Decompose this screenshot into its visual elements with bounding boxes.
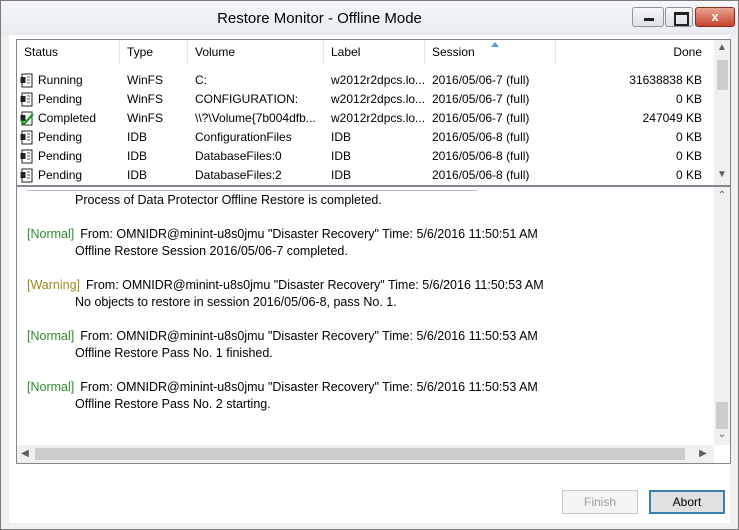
cell-status: Pending	[38, 149, 83, 163]
cell-session: 2016/05/06-7 (full)	[432, 73, 530, 87]
scroll-down-icon[interactable]: ▼	[714, 169, 730, 180]
column-header-status[interactable]: Status	[17, 40, 120, 64]
log-header-text: From: OMNIDR@minint-u8s0jmu "Disaster Re…	[80, 380, 538, 394]
partial-line-divider	[27, 190, 477, 191]
title-bar[interactable]: Restore Monitor - Offline Mode x	[1, 1, 738, 35]
log-header-text: From: OMNIDR@minint-u8s0jmu "Disaster Re…	[80, 227, 538, 241]
cell-volume: ConfigurationFiles	[195, 130, 292, 144]
cell-label: IDB	[331, 168, 352, 182]
cell-status: Pending	[38, 130, 83, 144]
log-message: Offline Restore Session 2016/05/06-7 com…	[75, 244, 348, 258]
cell-session: 2016/05/06-8 (full)	[432, 149, 530, 163]
log-header-text: From: OMNIDR@minint-u8s0jmu "Disaster Re…	[86, 278, 544, 292]
close-button[interactable]: x	[695, 7, 735, 27]
sort-ascending-icon	[491, 42, 499, 47]
cell-type: WinFS	[127, 73, 163, 87]
table-row[interactable]: Completed WinFS \\?\Volume{7b004dfb... w201…	[17, 109, 714, 128]
table-row[interactable]: Running WinFS C: w2012r2dpcs.lo... 2016/05/0…	[17, 71, 714, 90]
cell-done: 31638838 KB	[629, 73, 702, 87]
client-area: Status Type Volume Label Session Done Ru…	[9, 35, 731, 523]
pending-status-icon	[20, 92, 34, 107]
cell-done: 0 KB	[675, 92, 702, 106]
log-level-tag: [Normal]	[27, 329, 75, 343]
log-scroll-thumb[interactable]	[716, 402, 728, 429]
cell-volume: DatabaseFiles:0	[195, 149, 282, 163]
cell-done: 0 KB	[675, 168, 702, 182]
log-message: No objects to restore in session 2016/05…	[75, 295, 397, 309]
cell-type: WinFS	[127, 111, 163, 125]
scroll-right-icon[interactable]: ▶	[697, 448, 709, 459]
cell-status: Running	[38, 73, 83, 87]
completed-status-icon	[20, 111, 34, 126]
column-header-done[interactable]: Done	[556, 40, 708, 64]
cell-type: IDB	[127, 149, 148, 163]
cell-session: 2016/05/06-7 (full)	[432, 111, 530, 125]
list-scroll-thumb[interactable]	[717, 60, 728, 90]
list-vertical-scrollbar[interactable]: ▲ ▼	[714, 40, 730, 185]
maximize-button[interactable]	[665, 7, 693, 27]
cell-volume: C:	[195, 73, 207, 87]
log-header-line: [Normal] From: OMNIDR@minint-u8s0jmu "Dis…	[27, 227, 538, 241]
abort-button[interactable]: Abort	[649, 490, 725, 514]
log-level-tag: [Normal]	[27, 227, 75, 241]
log-header-line: [Normal] From: OMNIDR@minint-u8s0jmu "Dis…	[27, 329, 538, 343]
window-title: Restore Monitor - Offline Mode	[217, 10, 422, 27]
cell-type: IDB	[127, 130, 148, 144]
cell-status: Pending	[38, 92, 83, 106]
table-row[interactable]: Pending WinFS CONFIGURATION: w2012r2dpcs.lo…	[17, 90, 714, 109]
cell-type: WinFS	[127, 92, 163, 106]
column-header-type[interactable]: Type	[120, 40, 188, 64]
list-header: Status Type Volume Label Session Done	[17, 40, 714, 64]
log-level-tag: [Warning]	[27, 278, 81, 292]
finish-button[interactable]: Finish	[562, 490, 638, 514]
restore-monitor-window: Restore Monitor - Offline Mode x Status …	[0, 0, 739, 530]
cell-done: 247049 KB	[642, 111, 702, 125]
running-status-icon	[20, 73, 34, 88]
cell-done: 0 KB	[675, 149, 702, 163]
column-header-label[interactable]: Label	[324, 40, 425, 64]
cell-type: IDB	[127, 168, 148, 182]
session-log[interactable]: Process of Data Protector Offline Restor…	[16, 186, 731, 464]
log-hscroll-thumb[interactable]	[35, 448, 685, 460]
scroll-up-icon[interactable]: ⌃	[714, 190, 730, 201]
cell-volume: \\?\Volume{7b004dfb...	[195, 111, 316, 125]
table-row[interactable]: Pending IDB DatabaseFiles:0 IDB 2016/05/06-8…	[17, 147, 714, 166]
close-icon: x	[711, 9, 719, 24]
log-message: Process of Data Protector Offline Restor…	[75, 193, 382, 207]
cell-label: w2012r2dpcs.lo...	[331, 73, 425, 87]
scroll-up-icon[interactable]: ▲	[714, 42, 730, 53]
cell-status: Completed	[38, 111, 97, 125]
scroll-left-icon[interactable]: ◀	[19, 448, 31, 459]
column-header-volume[interactable]: Volume	[188, 40, 324, 64]
cell-label: IDB	[331, 149, 352, 163]
log-header-text: From: OMNIDR@minint-u8s0jmu "Disaster Re…	[80, 329, 538, 343]
log-vertical-scrollbar[interactable]: ⌃ ⌄	[714, 187, 730, 445]
cell-session: 2016/05/06-8 (full)	[432, 168, 530, 182]
divider	[17, 475, 730, 476]
table-row[interactable]: Pending IDB ConfigurationFiles IDB 2016/05/0…	[17, 128, 714, 147]
scroll-down-icon[interactable]: ⌄	[714, 429, 730, 440]
log-message: Offline Restore Pass No. 1 finished.	[75, 346, 273, 360]
log-message: Offline Restore Pass No. 2 starting.	[75, 397, 271, 411]
pending-status-icon	[20, 130, 34, 145]
cell-status: Pending	[38, 168, 83, 182]
cell-volume: CONFIGURATION:	[195, 92, 299, 106]
cell-label: IDB	[331, 130, 352, 144]
log-header-line: [Normal] From: OMNIDR@minint-u8s0jmu "Dis…	[27, 380, 538, 394]
cell-label: w2012r2dpcs.lo...	[331, 111, 425, 125]
pending-status-icon	[20, 149, 34, 164]
cell-volume: DatabaseFiles:2	[195, 168, 282, 182]
log-level-tag: [Normal]	[27, 380, 75, 394]
restore-objects-list[interactable]: Status Type Volume Label Session Done Ru…	[16, 39, 731, 186]
cell-label: w2012r2dpcs.lo...	[331, 92, 425, 106]
log-horizontal-scrollbar[interactable]: ◀ ▶	[17, 445, 714, 463]
minimize-button[interactable]	[632, 7, 664, 27]
cell-done: 0 KB	[675, 130, 702, 144]
pending-status-icon	[20, 168, 34, 183]
cell-session: 2016/05/06-7 (full)	[432, 92, 530, 106]
table-row[interactable]: Pending IDB DatabaseFiles:2 IDB 2016/05/06-8…	[17, 166, 714, 185]
cell-session: 2016/05/06-8 (full)	[432, 130, 530, 144]
log-header-line: [Warning] From: OMNIDR@minint-u8s0jmu "Di…	[27, 278, 544, 292]
